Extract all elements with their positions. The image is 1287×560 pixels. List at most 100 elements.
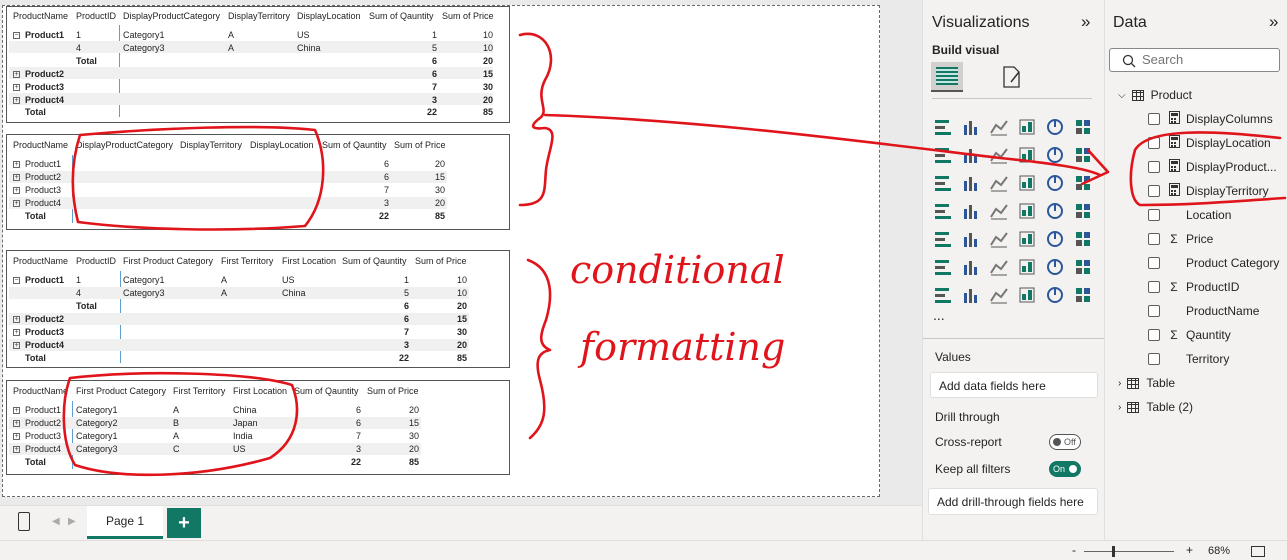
area-icon[interactable] <box>960 145 982 165</box>
treemap-icon[interactable] <box>932 201 954 221</box>
row-header[interactable]: Product4 <box>25 340 64 350</box>
column-header[interactable]: Sum of Qauntity <box>342 256 407 266</box>
column-header[interactable]: DisplayProductCategory <box>123 11 220 21</box>
100-bar-icon[interactable] <box>1044 117 1066 137</box>
zoom-slider-thumb[interactable] <box>1112 546 1115 557</box>
expand-icon[interactable]: + <box>13 161 20 168</box>
donut-icon[interactable] <box>1072 173 1094 193</box>
column-header[interactable]: First Product Category <box>123 256 213 266</box>
matrix-icon[interactable] <box>1044 229 1066 249</box>
power-automate-icon[interactable] <box>1016 285 1038 305</box>
prev-page-icon[interactable]: ◀ <box>52 516 60 527</box>
row-header[interactable]: Product4 <box>25 95 64 105</box>
table-node-table[interactable]: › Table <box>1118 374 1175 392</box>
expand-icon[interactable]: + <box>13 446 20 453</box>
row-header[interactable]: Product3 <box>25 431 61 441</box>
drill-through-drop-zone[interactable]: Add drill-through fields here <box>928 488 1098 515</box>
row-header[interactable]: Product1 <box>25 275 64 285</box>
multirow-card-icon[interactable] <box>932 229 954 249</box>
column-header[interactable]: Sum of Qauntity <box>322 140 387 150</box>
collapse-pane-icon[interactable]: » <box>1081 12 1090 32</box>
funnel-icon[interactable] <box>960 173 982 193</box>
search-box[interactable] <box>1109 48 1280 72</box>
column-header[interactable]: Sum of Price <box>394 140 446 150</box>
table-node-table-2[interactable]: › Table (2) <box>1118 398 1193 416</box>
slicer-icon[interactable] <box>988 229 1010 249</box>
build-visual-tab[interactable] <box>931 62 963 92</box>
column-header[interactable]: First Location <box>233 386 287 396</box>
expand-icon[interactable]: + <box>13 407 20 414</box>
next-page-icon[interactable]: ▶ <box>68 516 76 527</box>
expand-icon[interactable]: + <box>13 316 20 323</box>
cross-report-toggle[interactable]: Off <box>1049 434 1081 450</box>
row-header[interactable]: Product4 <box>25 444 61 454</box>
row-header[interactable]: Product1 <box>25 405 61 415</box>
table-icon[interactable] <box>1016 229 1038 249</box>
zoom-slider[interactable] <box>1084 551 1174 552</box>
expand-icon[interactable]: + <box>13 187 20 194</box>
column-header[interactable]: First Territory <box>173 386 225 396</box>
narrative-icon[interactable] <box>1044 257 1066 277</box>
fit-to-page-icon[interactable] <box>1251 546 1265 557</box>
zoom-level[interactable]: 68% <box>1208 545 1230 557</box>
field-checkbox[interactable] <box>1148 161 1160 173</box>
column-header[interactable]: DisplayLocation <box>250 140 314 150</box>
map-icon[interactable] <box>960 201 982 221</box>
trophy-icon[interactable] <box>1072 257 1094 277</box>
filled-map-icon[interactable] <box>988 201 1010 221</box>
column-header[interactable]: Sum of Price <box>415 256 467 266</box>
column-header[interactable]: ProductName <box>13 140 68 150</box>
column-header[interactable]: Sum of Qauntity <box>294 386 359 396</box>
stacked-bar-icon[interactable] <box>932 117 954 137</box>
expand-icon[interactable]: + <box>13 84 20 91</box>
row-header[interactable]: Product3 <box>25 327 64 337</box>
column-header[interactable]: ProductName <box>13 256 68 266</box>
field-checkbox[interactable] <box>1148 209 1160 221</box>
collapse-data-pane-icon[interactable]: » <box>1269 12 1278 32</box>
column-header[interactable]: First Product Category <box>76 386 166 396</box>
key-influencers-icon[interactable] <box>960 257 982 277</box>
field-checkbox[interactable] <box>1148 329 1160 341</box>
column-header[interactable]: First Territory <box>221 256 273 266</box>
row-header[interactable]: Product2 <box>25 314 64 324</box>
field-checkbox[interactable] <box>1148 305 1160 317</box>
line-column-icon[interactable] <box>1072 145 1094 165</box>
collapse-icon[interactable]: − <box>13 277 20 284</box>
matrix-visual-4[interactable]: ProductName First Product Category First… <box>6 380 510 475</box>
zoom-in-button[interactable]: + <box>1186 543 1193 557</box>
column-header[interactable]: ProductID <box>76 256 116 266</box>
fabric-icon[interactable] <box>1044 285 1066 305</box>
expand-icon[interactable]: + <box>13 329 20 336</box>
pie-icon[interactable] <box>1044 173 1066 193</box>
row-header[interactable]: Product3 <box>25 185 61 195</box>
gauge-icon[interactable] <box>1044 201 1066 221</box>
column-header[interactable]: Sum of Qauntity <box>369 11 434 21</box>
stacked-area-icon[interactable] <box>988 145 1010 165</box>
line-stacked-column-icon[interactable] <box>932 173 954 193</box>
expand-icon[interactable]: + <box>13 420 20 427</box>
values-drop-zone[interactable]: Add data fields here <box>930 372 1098 398</box>
more-chevron-icon[interactable] <box>1072 285 1094 305</box>
expand-icon[interactable]: + <box>13 200 20 207</box>
power-apps-icon[interactable] <box>988 285 1010 305</box>
kpi-icon[interactable] <box>960 229 982 249</box>
matrix-visual-2[interactable]: ProductName DisplayProductCategory Displ… <box>6 134 510 230</box>
expand-icon[interactable]: + <box>13 71 20 78</box>
column-header[interactable]: DisplayLocation <box>297 11 361 21</box>
column-header[interactable]: DisplayTerritory <box>228 11 290 21</box>
search-input[interactable] <box>1142 52 1272 67</box>
field-checkbox[interactable] <box>1148 257 1160 269</box>
matrix-visual-1[interactable]: ProductName ProductID DisplayProductCate… <box>6 6 510 123</box>
column-header[interactable]: Sum of Price <box>442 11 494 21</box>
collapse-icon[interactable]: − <box>13 32 20 39</box>
r-visual-icon[interactable] <box>1072 229 1094 249</box>
waterfall-icon[interactable] <box>1044 145 1066 165</box>
expand-icon[interactable]: + <box>13 342 20 349</box>
stacked-column-icon[interactable] <box>1016 117 1038 137</box>
ribbon-icon[interactable] <box>1016 145 1038 165</box>
page-tab-page-1[interactable]: Page 1 <box>87 506 163 539</box>
column-header[interactable]: DisplayTerritory <box>180 140 242 150</box>
column-header[interactable]: ProductName <box>13 386 68 396</box>
expand-icon[interactable]: + <box>13 433 20 440</box>
funnel2-icon[interactable] <box>988 173 1010 193</box>
